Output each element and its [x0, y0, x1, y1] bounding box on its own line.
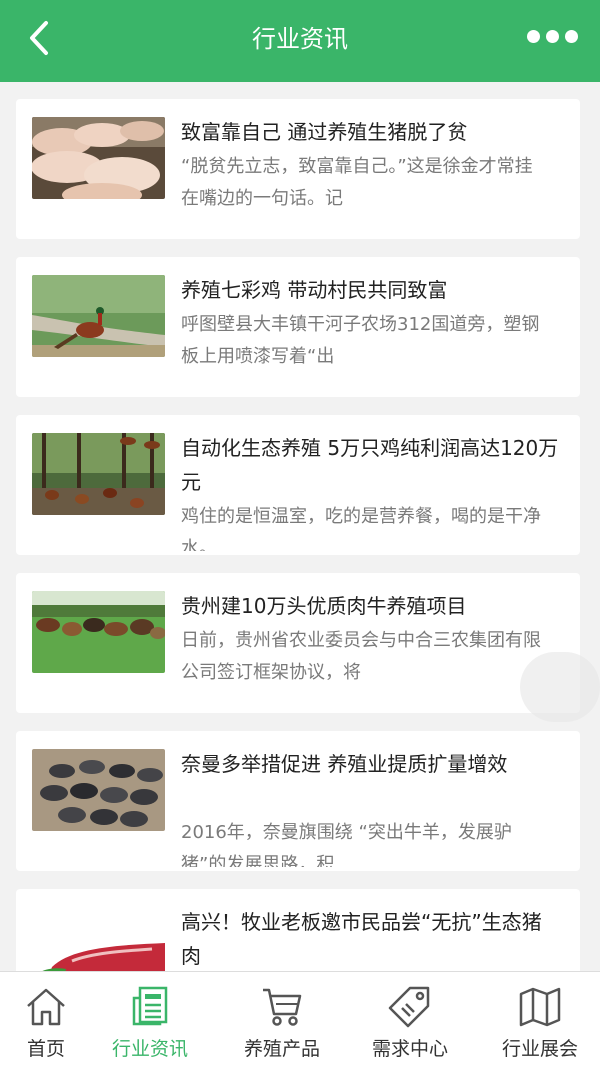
article-card[interactable]: 养殖七彩鸡 带动村民共同致富 呼图壁县大丰镇干河子农场312国道旁，塑钢板上用喷…	[16, 257, 580, 397]
article-card[interactable]: 高兴！牧业老板邀市民品尝“无抗”生态猪肉	[16, 889, 580, 972]
article-card[interactable]: 致富靠自己 通过养殖生猪脱了贫 “脱贫先立志，致富靠自己。”这是徐金才常挂在嘴边…	[16, 99, 580, 239]
article-list[interactable]: 致富靠自己 通过养殖生猪脱了贫 “脱贫先立志，致富靠自己。”这是徐金才常挂在嘴边…	[0, 82, 600, 972]
article-thumbnail-pork	[32, 907, 165, 972]
tab-label: 养殖产品	[243, 1038, 320, 1060]
tab-label: 需求中心	[371, 1038, 448, 1060]
article-title: 贵州建10万头优质肉牛养殖项目	[181, 594, 467, 618]
article-title: 养殖七彩鸡 带动村民共同致富	[181, 278, 448, 302]
article-card[interactable]: 贵州建10万头优质肉牛养殖项目 日前，贵州省农业委员会与中合三农集团有限公司签订…	[16, 573, 580, 713]
article-title: 致富靠自己 通过养殖生猪脱了贫	[181, 120, 468, 144]
article-card[interactable]: 自动化生态养殖 5万只鸡纯利润高达120万元 鸡住的是恒温室，吃的是营养餐，喝的…	[16, 415, 580, 555]
article-description: 日前，贵州省农业委员会与中合三农集团有限公司签订框架协议，将	[181, 630, 541, 683]
article-thumbnail-pheasant	[32, 275, 165, 357]
page-title: 行业资讯	[252, 25, 348, 53]
article-description: 呼图壁县大丰镇干河子农场312国道旁，塑钢板上用喷漆写着“出	[181, 314, 540, 367]
article-description: 2016年，奈曼旗围绕 “突出牛羊，发展驴猪”的发展思路，积	[181, 822, 512, 867]
news-icon	[132, 986, 168, 1026]
tab-products[interactable]: 养殖产品	[222, 972, 342, 1067]
tag-icon	[388, 986, 430, 1028]
map-icon	[519, 987, 561, 1027]
floating-bubble	[520, 652, 600, 722]
article-thumbnail-cattle	[32, 591, 165, 673]
article-thumbnail-pigs	[32, 117, 165, 199]
more-button[interactable]	[527, 26, 578, 46]
tab-demand[interactable]: 需求中心	[350, 972, 470, 1067]
tab-exhibition[interactable]: 行业展会	[480, 972, 600, 1067]
article-title: 高兴！牧业老板邀市民品尝“无抗”生态猪肉	[181, 910, 542, 968]
article-description: 鸡住的是恒温室，吃的是营养餐，喝的是干净水。	[181, 506, 541, 551]
article-thumbnail-piglets	[32, 749, 165, 831]
article-card[interactable]: 奈曼多举措促进 养殖业提质扩量增效 2016年，奈曼旗围绕 “突出牛羊，发展驴猪…	[16, 731, 580, 871]
app-header: 行业资讯	[0, 0, 600, 82]
article-title: 自动化生态养殖 5万只鸡纯利润高达120万元	[181, 436, 559, 494]
tab-label: 行业资讯	[111, 1038, 188, 1060]
cart-icon	[263, 988, 302, 1026]
article-thumbnail-chickens	[32, 433, 165, 515]
home-icon	[27, 988, 65, 1026]
tab-news[interactable]: 行业资讯	[90, 972, 210, 1067]
article-description: “脱贫先立志，致富靠自己。”这是徐金才常挂在嘴边的一句话。记	[181, 156, 533, 209]
more-dots-icon	[527, 29, 540, 43]
bottom-tab-bar: 首页 行业资讯 养殖产品 需求中心 行业展会	[0, 971, 600, 1067]
article-title: 奈曼多举措促进 养殖业提质扩量增效	[181, 752, 508, 776]
tab-label: 行业展会	[501, 1038, 578, 1060]
